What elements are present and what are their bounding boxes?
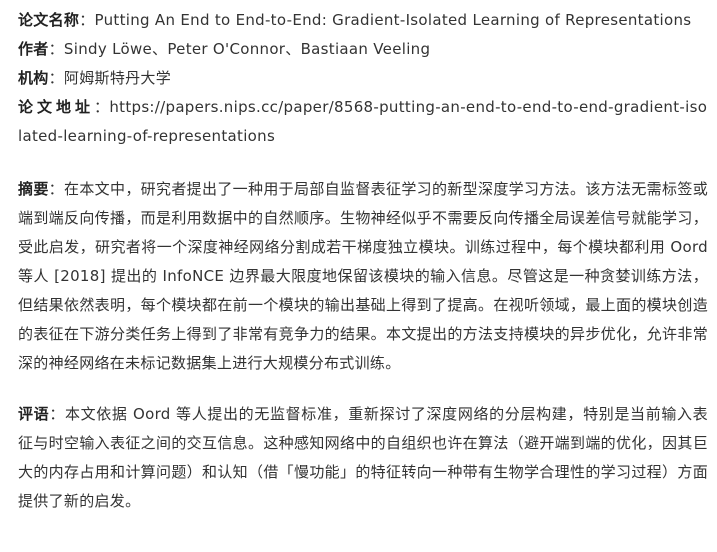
institution-value: 阿姆斯特丹大学	[63, 69, 172, 87]
abstract-paragraph: 摘要：在本文中，研究者提出了一种用于局部自监督表征学习的新型深度学习方法。该方法…	[18, 175, 708, 378]
url-separator: ：	[94, 98, 110, 116]
review-separator: ：	[49, 405, 65, 423]
title-separator: ：	[79, 11, 95, 29]
abstract-label: 摘要	[18, 180, 49, 198]
authors-label: 作者	[18, 40, 49, 58]
institution-label: 机构	[18, 69, 49, 87]
paper-summary: 论文名称：Putting An End to End-to-End: Gradi…	[18, 6, 708, 516]
review-text: 本文依据 Oord 等人提出的无监督标准，重新探讨了深度网络的分层构建，特别是当…	[18, 405, 708, 510]
review-label: 评语	[18, 405, 50, 423]
authors-value: Sindy Löwe、Peter O'Connor、Bastiaan Veeli…	[63, 40, 431, 58]
title-value: Putting An End to End-to-End: Gradient-I…	[94, 11, 692, 29]
title-label: 论文名称	[18, 11, 80, 29]
institution-separator: ：	[48, 69, 64, 87]
abstract-text: 在本文中，研究者提出了一种用于局部自监督表征学习的新型深度学习方法。该方法无需标…	[18, 180, 708, 372]
authors-row: 作者：Sindy Löwe、Peter O'Connor、Bastiaan Ve…	[18, 35, 708, 64]
url-row: 论文地址：https://papers.nips.cc/paper/8568-p…	[18, 93, 708, 151]
title-row: 论文名称：Putting An End to End-to-End: Gradi…	[18, 6, 708, 35]
institution-row: 机构：阿姆斯特丹大学	[18, 64, 708, 93]
abstract-separator: ：	[48, 180, 65, 198]
review-paragraph: 评语：本文依据 Oord 等人提出的无监督标准，重新探讨了深度网络的分层构建，特…	[18, 400, 708, 516]
authors-separator: ：	[48, 40, 64, 58]
url-label: 论文地址	[18, 98, 95, 116]
paper-link[interactable]: https://papers.nips.cc/paper/8568-puttin…	[18, 98, 707, 145]
